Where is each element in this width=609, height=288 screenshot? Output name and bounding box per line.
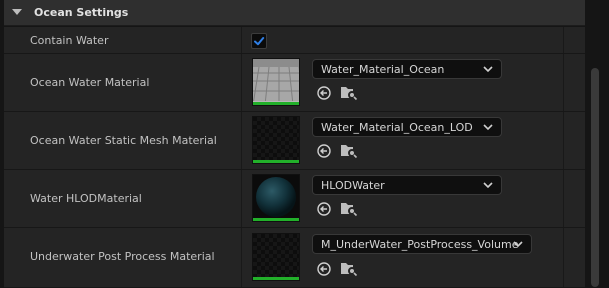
property-row-ocean-water-material: Ocean Water Material Water_Material_Ocea… (4, 54, 585, 112)
checkmark-icon (254, 37, 265, 46)
dropdown-value: M_UnderWater_PostProcess_Volume (321, 238, 519, 251)
thumbnail-status-bar (253, 160, 299, 163)
column-divider (241, 170, 242, 227)
column-divider (241, 228, 242, 287)
property-row-water-hlod-material: Water HLODMaterial HLODWater (4, 170, 585, 228)
thumbnail-status-bar (253, 102, 299, 105)
folder-search-icon[interactable] (340, 85, 358, 101)
chevron-down-icon (483, 66, 493, 73)
column-divider (241, 54, 242, 111)
property-label: Ocean Water Material (30, 76, 150, 89)
material-thumbnail[interactable] (252, 233, 300, 281)
arrow-left-circle-icon[interactable] (317, 202, 331, 216)
column-divider (241, 27, 242, 53)
column-divider (563, 170, 564, 227)
column-divider (563, 54, 564, 111)
arrow-left-circle-icon[interactable] (317, 144, 331, 158)
property-row-underwater-post-process-material: Underwater Post Process Material M_Under… (4, 228, 585, 288)
property-label: Contain Water (30, 34, 109, 47)
column-divider (563, 112, 564, 169)
property-row-contain-water: Contain Water (4, 27, 585, 54)
column-divider (563, 27, 564, 53)
chevron-down-icon (513, 241, 523, 248)
dropdown-value: Water_Material_Ocean_LOD (321, 121, 473, 134)
arrow-left-circle-icon[interactable] (317, 262, 331, 276)
dropdown-value: HLODWater (321, 179, 385, 192)
dropdown-value: Water_Material_Ocean (321, 63, 445, 76)
arrow-left-circle-icon[interactable] (317, 86, 331, 100)
checker-plane-preview (253, 59, 299, 105)
thumbnail-status-bar (253, 277, 299, 280)
material-dropdown[interactable]: Water_Material_Ocean_LOD (312, 117, 502, 137)
chevron-down-icon (483, 124, 493, 131)
folder-search-icon[interactable] (340, 143, 358, 159)
material-dropdown[interactable]: HLODWater (312, 175, 502, 195)
material-thumbnail[interactable] (252, 174, 300, 222)
thumbnail-status-bar (253, 218, 299, 221)
column-divider (241, 112, 242, 169)
scrollbar-thumb[interactable] (591, 68, 599, 287)
material-dropdown[interactable]: Water_Material_Ocean (312, 59, 502, 79)
property-row-ocean-static-mesh-material: Ocean Water Static Mesh Material Water_M… (4, 112, 585, 170)
vertical-scrollbar[interactable] (586, 0, 609, 287)
contain-water-checkbox[interactable] (251, 33, 267, 49)
section-title: Ocean Settings (34, 6, 129, 19)
column-divider (563, 228, 564, 287)
chevron-down-icon[interactable] (12, 9, 22, 15)
material-dropdown[interactable]: M_UnderWater_PostProcess_Volume (312, 234, 532, 254)
section-header-ocean-settings[interactable]: Ocean Settings (4, 0, 585, 26)
water-sphere-preview (253, 175, 299, 221)
property-label: Ocean Water Static Mesh Material (30, 134, 217, 147)
chevron-down-icon (483, 182, 493, 189)
material-thumbnail[interactable] (252, 116, 300, 164)
property-label: Underwater Post Process Material (30, 250, 215, 263)
property-label: Water HLODMaterial (30, 192, 142, 205)
folder-search-icon[interactable] (340, 261, 358, 277)
folder-search-icon[interactable] (340, 201, 358, 217)
material-thumbnail[interactable] (252, 58, 300, 106)
